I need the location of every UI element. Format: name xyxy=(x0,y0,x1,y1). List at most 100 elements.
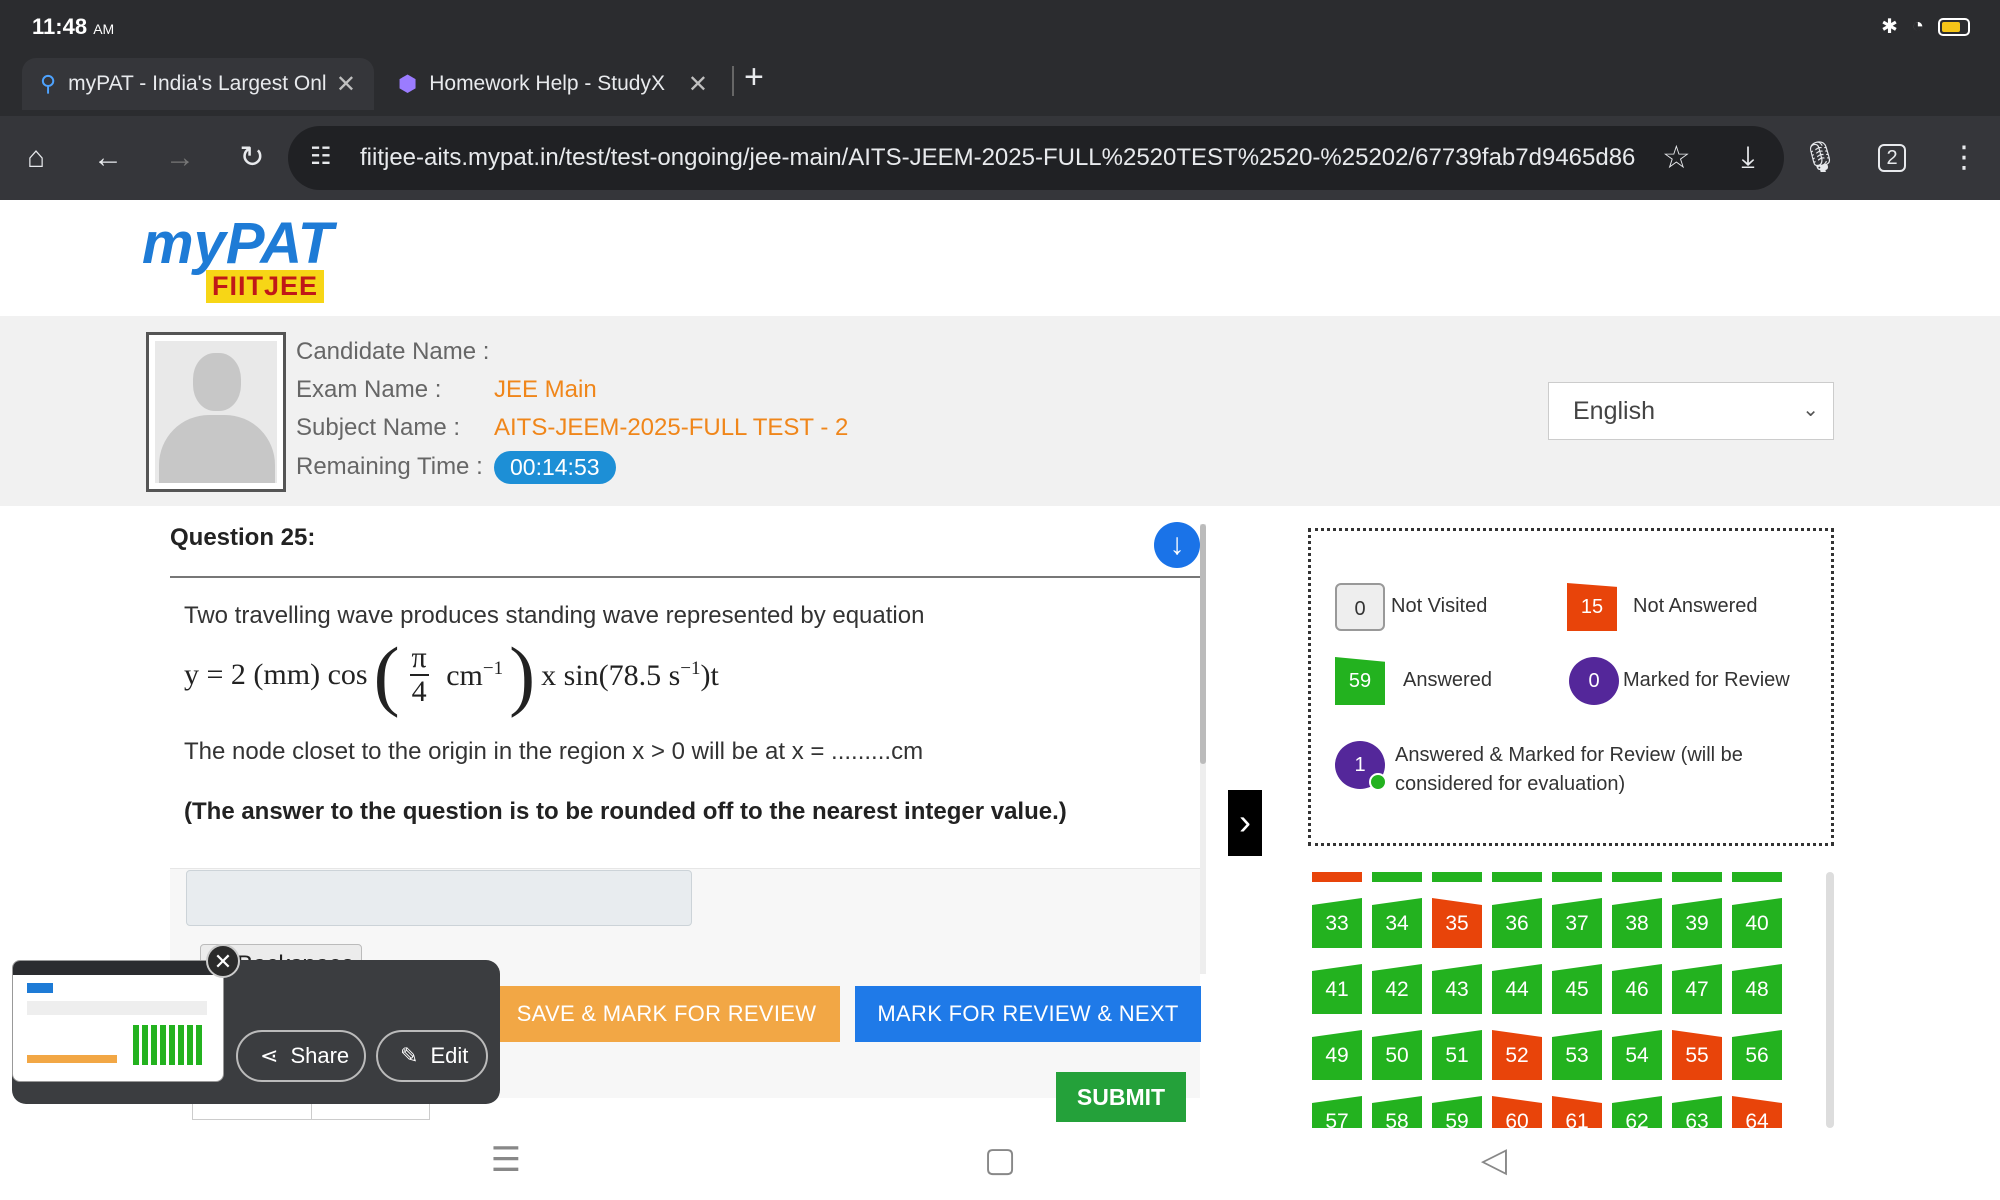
palette-question-42[interactable]: 42 xyxy=(1372,964,1422,1014)
bookmark-star-icon[interactable]: ☆ xyxy=(1662,138,1691,176)
palette-question-33[interactable]: 33 xyxy=(1312,898,1362,948)
palette-question-44[interactable]: 44 xyxy=(1492,964,1542,1014)
tab-mypat[interactable]: ⚲ myPAT - India's Largest Onli ✕ xyxy=(22,58,374,110)
palette-question-57[interactable]: 57 xyxy=(1312,1096,1362,1128)
avatar xyxy=(146,332,286,492)
palette-scrollbar[interactable] xyxy=(1826,872,1834,1128)
forward-icon[interactable]: → xyxy=(158,136,202,180)
close-icon[interactable]: ✕ xyxy=(206,944,240,978)
language-select[interactable]: English ⌄ xyxy=(1548,382,1834,440)
download-icon[interactable]: ⤓ xyxy=(1726,136,1770,180)
close-tab-icon[interactable]: ✕ xyxy=(336,70,356,99)
palette-question-31[interactable]: 31 xyxy=(1672,872,1722,882)
question-note: (The answer to the question is to be rou… xyxy=(184,798,1067,825)
close-tab-icon[interactable]: ✕ xyxy=(688,70,708,99)
palette-question-35[interactable]: 35 xyxy=(1432,898,1482,948)
palette-question-64[interactable]: 64 xyxy=(1732,1096,1782,1128)
mypat-favicon-icon: ⚲ xyxy=(40,71,57,96)
palette-question-47[interactable]: 47 xyxy=(1672,964,1722,1014)
question-palette: 25 26 27 28 29 30 31 32 3334353637383940 41424344… xyxy=(1308,872,1828,1128)
palette-question-37[interactable]: 37 xyxy=(1552,898,1602,948)
wifi-icon: ◔ xyxy=(1911,15,1924,37)
tab-title: Homework Help - StudyX xyxy=(429,72,665,95)
more-menu-icon[interactable]: ⋮ xyxy=(1942,136,1986,180)
palette-question-52[interactable]: 52 xyxy=(1492,1030,1542,1080)
palette-question-39[interactable]: 39 xyxy=(1672,898,1722,948)
palette-question-60[interactable]: 60 xyxy=(1492,1096,1542,1128)
collapse-panel-icon[interactable]: › xyxy=(1228,790,1262,856)
microphone-icon[interactable]: 🎙 xyxy=(1798,136,1842,180)
palette-question-49[interactable]: 49 xyxy=(1312,1030,1362,1080)
divider xyxy=(170,576,1200,578)
screenshot-thumbnail[interactable] xyxy=(12,960,224,1082)
answer-input[interactable] xyxy=(186,870,692,926)
palette-question-55[interactable]: 55 xyxy=(1672,1030,1722,1080)
address-bar[interactable]: ☷ fiitjee-aits.mypat.in/test/test-ongoin… xyxy=(288,126,1784,190)
new-tab-icon[interactable]: + xyxy=(744,58,764,97)
scroll-down-icon[interactable]: ↓ xyxy=(1154,522,1200,568)
site-header: myPAT FIITJEE xyxy=(0,200,2000,316)
palette-question-40[interactable]: 40 xyxy=(1732,898,1782,948)
palette-question-54[interactable]: 54 xyxy=(1612,1030,1662,1080)
palette-question-26[interactable]: 26 xyxy=(1372,872,1422,882)
palette-question-50[interactable]: 50 xyxy=(1372,1030,1422,1080)
status-bar: 11:48 AM ✱ ◔ xyxy=(0,0,2000,52)
palette-question-41[interactable]: 41 xyxy=(1312,964,1362,1014)
palette-question-36[interactable]: 36 xyxy=(1492,898,1542,948)
answered-marked-badge: 1 xyxy=(1335,741,1387,791)
share-button[interactable]: ⋖ Share xyxy=(236,1030,366,1082)
palette-question-53[interactable]: 53 xyxy=(1552,1030,1602,1080)
palette-question-25[interactable]: 25 xyxy=(1312,872,1362,882)
home-icon[interactable]: ⌂ xyxy=(14,136,58,180)
palette-question-29[interactable]: 29 xyxy=(1552,872,1602,882)
candidate-info: Candidate Name : Exam Name : JEE Main Su… xyxy=(0,316,2000,506)
palette-question-56[interactable]: 56 xyxy=(1732,1030,1782,1080)
remaining-time-label: Remaining Time : xyxy=(296,453,483,480)
remaining-time-badge: 00:14:53 xyxy=(494,451,616,484)
tab-strip: ⚲ myPAT - India's Largest Onli ✕ ⬢ Homew… xyxy=(0,52,2000,116)
palette-question-61[interactable]: 61 xyxy=(1552,1096,1602,1128)
palette-question-45[interactable]: 45 xyxy=(1552,964,1602,1014)
marked-review-badge: 0 xyxy=(1569,657,1619,705)
palette-question-32[interactable]: 32 xyxy=(1732,872,1782,882)
palette-question-34[interactable]: 34 xyxy=(1372,898,1422,948)
status-icons: ✱ ◔ xyxy=(1881,14,1970,39)
palette-question-63[interactable]: 63 xyxy=(1672,1096,1722,1128)
home-nav-icon[interactable]: ▢ xyxy=(980,1140,1020,1180)
save-mark-review-button[interactable]: SAVE & MARK FOR REVIEW xyxy=(493,986,840,1042)
tab-count: 2 xyxy=(1878,144,1906,172)
recent-apps-icon[interactable]: ☰ xyxy=(486,1140,526,1180)
answered-label: Answered xyxy=(1403,669,1492,691)
back-nav-icon[interactable]: ◁ xyxy=(1474,1140,1514,1180)
palette-question-38[interactable]: 38 xyxy=(1612,898,1662,948)
palette-question-48[interactable]: 48 xyxy=(1732,964,1782,1014)
palette-question-28[interactable]: 28 xyxy=(1492,872,1542,882)
question-text: The node closet to the origin in the reg… xyxy=(184,738,924,765)
palette-question-51[interactable]: 51 xyxy=(1432,1030,1482,1080)
browser-toolbar: ⌂ ← → ↻ ☷ fiitjee-aits.mypat.in/test/tes… xyxy=(0,116,2000,200)
equation-numerator: π xyxy=(409,641,429,676)
question-scrollbar[interactable] xyxy=(1200,524,1206,974)
palette-question-46[interactable]: 46 xyxy=(1612,964,1662,1014)
mypat-logo[interactable]: myPAT xyxy=(142,210,333,277)
submit-button[interactable]: SUBMIT xyxy=(1056,1072,1186,1122)
palette-question-30[interactable]: 30 xyxy=(1612,872,1662,882)
answered-badge: 59 xyxy=(1335,657,1385,705)
palette-question-27[interactable]: 27 xyxy=(1432,872,1482,882)
site-settings-icon[interactable]: ☷ xyxy=(310,142,332,171)
not-visited-label: Not Visited xyxy=(1391,595,1488,617)
palette-question-59[interactable]: 59 xyxy=(1432,1096,1482,1128)
palette-question-58[interactable]: 58 xyxy=(1372,1096,1422,1128)
palette-question-43[interactable]: 43 xyxy=(1432,964,1482,1014)
tab-studyx[interactable]: ⬢ Homework Help - StudyX ✕ xyxy=(380,58,726,110)
back-icon[interactable]: ← xyxy=(86,136,130,180)
reload-icon[interactable]: ↻ xyxy=(230,136,274,180)
edit-button[interactable]: ✎ Edit xyxy=(376,1030,488,1082)
tab-switcher-button[interactable]: 2 xyxy=(1870,136,1914,180)
mark-review-next-button[interactable]: MARK FOR REVIEW & NEXT xyxy=(855,986,1201,1042)
not-answered-label: Not Answered xyxy=(1633,595,1758,617)
check-icon xyxy=(1369,773,1387,791)
question-text: Two travelling wave produces standing wa… xyxy=(184,602,925,629)
palette-question-62[interactable]: 62 xyxy=(1612,1096,1662,1128)
url-text[interactable]: fiitjee-aits.mypat.in/test/test-ongoing/… xyxy=(360,144,1660,172)
